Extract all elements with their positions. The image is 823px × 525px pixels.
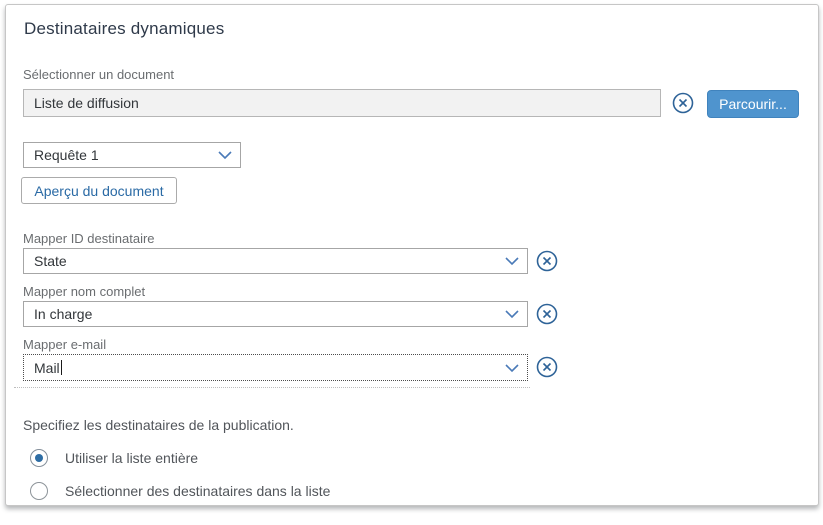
document-preview-button[interactable]: Aperçu du document xyxy=(21,177,177,204)
text-cursor xyxy=(60,360,62,375)
radio-button-icon xyxy=(30,449,48,467)
browse-button-label: Parcourir... xyxy=(719,96,787,112)
circled-x-icon xyxy=(536,356,558,378)
section-divider xyxy=(14,387,530,388)
document-input[interactable]: Liste de diffusion xyxy=(23,89,661,117)
mapping-recipient-id-select[interactable]: State xyxy=(23,248,528,274)
query-select[interactable]: Requête 1 xyxy=(23,142,241,168)
clear-document-button[interactable] xyxy=(672,92,694,119)
clear-recipient-id-button[interactable] xyxy=(536,250,558,277)
radio-use-entire-list[interactable]: Utiliser la liste entière xyxy=(30,449,198,467)
browse-button[interactable]: Parcourir... xyxy=(707,90,799,118)
radio-button-icon xyxy=(30,482,48,500)
mapping-email-select[interactable]: Mail xyxy=(23,354,528,381)
radio-use-entire-list-label: Utiliser la liste entière xyxy=(65,450,199,466)
document-input-value: Liste de diffusion xyxy=(34,95,139,111)
clear-email-button[interactable] xyxy=(536,356,558,383)
radio-select-recipients[interactable]: Sélectionner des destinataires dans la l… xyxy=(30,482,330,500)
query-select-value: Requête 1 xyxy=(34,147,99,163)
chevron-down-icon xyxy=(505,257,519,266)
mapping-full-name-select[interactable]: In charge xyxy=(23,301,528,327)
dynamic-recipients-panel: Destinataires dynamiques Sélectionner un… xyxy=(5,4,819,506)
chevron-down-icon xyxy=(218,151,232,160)
clear-full-name-button[interactable] xyxy=(536,303,558,330)
circled-x-icon xyxy=(536,250,558,272)
document-preview-label: Aperçu du document xyxy=(34,182,164,199)
page-title: Destinataires dynamiques xyxy=(24,19,225,38)
mapping-recipient-id-value: State xyxy=(34,253,67,269)
mapping-recipient-id-label: Mapper ID destinataire xyxy=(23,231,155,246)
chevron-down-icon xyxy=(505,310,519,319)
mapping-full-name-label: Mapper nom complet xyxy=(23,284,146,299)
circled-x-icon xyxy=(536,303,558,325)
radio-select-recipients-label: Sélectionner des destinataires dans la l… xyxy=(65,483,331,499)
mapping-email-value: Mail xyxy=(34,359,60,376)
circled-x-icon xyxy=(672,92,694,114)
mapping-full-name-value: In charge xyxy=(34,306,93,322)
select-document-label: Sélectionner un document xyxy=(23,67,175,82)
chevron-down-icon xyxy=(505,363,519,372)
mapping-email-label: Mapper e-mail xyxy=(23,337,107,352)
recipients-prompt: Specifiez les destinataires de la public… xyxy=(23,417,294,433)
